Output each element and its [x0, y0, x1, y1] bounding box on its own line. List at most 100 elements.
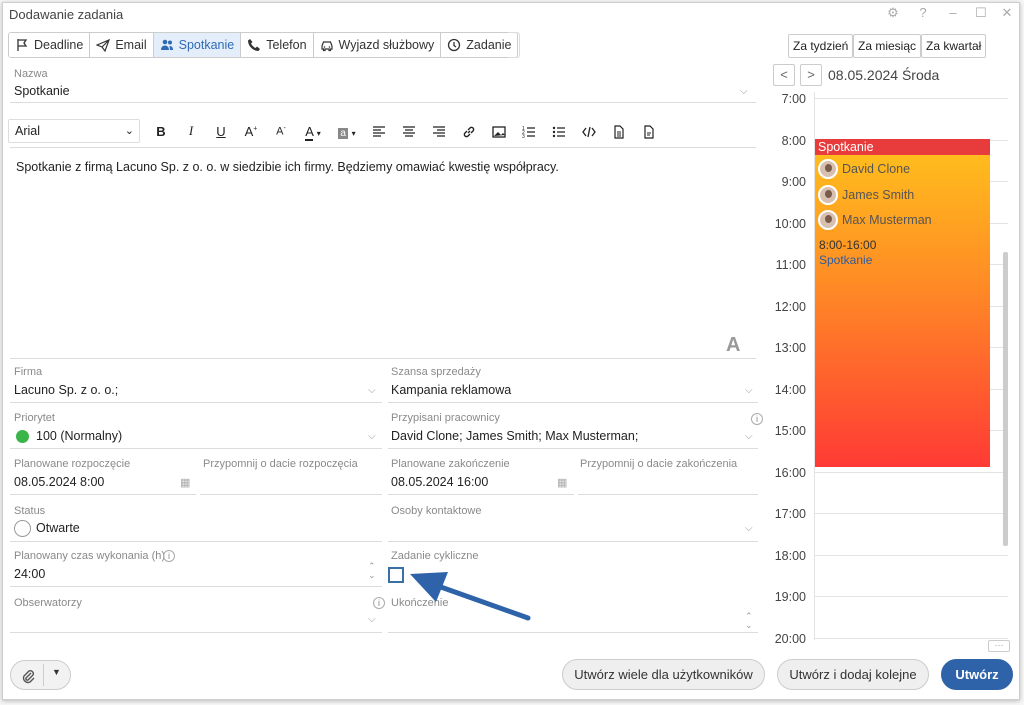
priorytet-field[interactable]: 100 (Normalny) — [36, 429, 122, 443]
font-size-increase-button[interactable]: A+ — [236, 124, 266, 139]
paper-plane-icon — [96, 38, 111, 52]
calendar-event[interactable]: Spotkanie David Clone James Smith Max Mu… — [815, 139, 990, 467]
paperclip-icon — [22, 670, 35, 684]
hour-line — [814, 513, 1008, 514]
tab-wyjazd[interactable]: Wyjazd służbowy — [313, 33, 442, 57]
chevron-down-icon[interactable]: ⌵ — [740, 86, 748, 97]
range-month-button[interactable]: Za miesiąc — [853, 34, 922, 58]
link-icon[interactable] — [454, 123, 484, 139]
tab-telefon[interactable]: Telefon — [241, 33, 314, 57]
firma-field[interactable]: Lacuno Sp. z o. o.; — [14, 383, 118, 397]
divider — [388, 448, 758, 449]
italic-button[interactable]: I — [176, 123, 206, 139]
hour-line — [814, 471, 1008, 473]
chevron-down-icon[interactable]: ⌵ — [745, 431, 753, 442]
bullet-list-icon[interactable] — [544, 123, 574, 139]
calendar-icon[interactable]: ▦ — [180, 476, 190, 489]
info-icon[interactable]: i — [373, 597, 385, 609]
event-participant: Max Musterman — [818, 210, 932, 230]
code-icon[interactable] — [574, 123, 604, 139]
car-icon — [320, 41, 333, 52]
tab-deadline[interactable]: Deadline — [9, 33, 91, 57]
obserwatorzy-label: Obserwatorzy — [14, 597, 82, 609]
tab-spotkanie[interactable]: Spotkanie — [153, 33, 242, 57]
czas-field[interactable]: 24:00 — [14, 567, 45, 581]
bold-button[interactable]: B — [146, 124, 176, 139]
status-field[interactable]: Otwarte — [36, 521, 80, 535]
priority-icon — [16, 430, 29, 443]
help-icon[interactable]: ? — [915, 5, 931, 20]
align-center-icon[interactable] — [394, 123, 424, 139]
next-day-button[interactable]: > — [800, 64, 822, 86]
annotation-arrow-icon — [410, 572, 531, 621]
avatar — [818, 210, 838, 230]
divider — [10, 632, 382, 633]
tab-zadanie[interactable]: Zadanie — [441, 33, 518, 57]
minimize-icon[interactable]: – — [945, 5, 961, 20]
pracownicy-field[interactable]: David Clone; James Smith; Max Musterman; — [391, 429, 638, 443]
tab-email[interactable]: Email — [90, 33, 154, 57]
szansa-label: Szansa sprzedaży — [391, 366, 481, 378]
numbered-list-icon[interactable]: 123 — [514, 123, 544, 140]
divider — [388, 402, 758, 403]
status-label: Status — [14, 505, 46, 517]
more-icon[interactable]: ··· — [988, 640, 1010, 652]
settings-icon[interactable]: ⚙ — [885, 5, 901, 21]
cykliczne-label: Zadanie cykliczne — [391, 550, 479, 562]
chevron-down-icon[interactable]: ⌵ — [368, 614, 376, 625]
range-week-button[interactable]: Za tydzień — [788, 34, 854, 58]
name-input[interactable]: Spotkanie — [14, 84, 70, 98]
start-field[interactable]: 08.05.2024 8:00 — [14, 475, 104, 489]
maximize-icon[interactable]: ☐ — [973, 5, 989, 21]
create-many-button[interactable]: Utwórz wiele dla użytkowników — [562, 659, 765, 690]
attachment-button[interactable]: ▼ — [10, 660, 71, 690]
calendar-scrollbar[interactable] — [1003, 252, 1008, 546]
range-quarter-button[interactable]: Za kwartał — [921, 34, 987, 58]
chevron-down-icon[interactable]: ⌵ — [368, 431, 376, 442]
chevron-down-icon[interactable]: ⌵ — [745, 385, 753, 396]
cykliczne-checkbox[interactable] — [388, 567, 404, 583]
hour-line — [814, 554, 1008, 556]
divider — [388, 541, 758, 542]
editor-content[interactable]: Spotkanie z firmą Lacuno Sp. z o. o. w s… — [16, 160, 559, 174]
editor-toolbar: Arial ⌄ B I U A+ A- A ▾ a ▾ 123 — [8, 118, 754, 144]
create-and-next-button[interactable]: Utwórz i dodaj kolejne — [777, 659, 929, 690]
hour-label: 12:00 — [774, 299, 806, 314]
close-icon[interactable]: ✕ — [999, 5, 1015, 21]
hour-label: 13:00 — [774, 341, 806, 355]
tabs-end — [508, 32, 520, 58]
prev-day-button[interactable]: < — [773, 64, 795, 86]
text-style-icon[interactable]: A — [726, 334, 740, 357]
highlight-color-button[interactable]: a ▾ — [330, 124, 364, 139]
kontakty-label: Osoby kontaktowe — [391, 505, 482, 517]
chevron-down-icon: ⌄ — [124, 125, 134, 137]
end-field[interactable]: 08.05.2024 16:00 — [391, 475, 488, 489]
divider — [10, 358, 756, 359]
chevron-down-icon[interactable]: ⌵ — [368, 385, 376, 396]
divider — [10, 147, 756, 148]
stepper-icon[interactable]: ⌃ ⌄ — [368, 562, 376, 580]
font-color-button[interactable]: A ▾ — [296, 123, 330, 141]
align-left-icon[interactable] — [364, 123, 394, 139]
stepper-icon[interactable]: ⌃ ⌄ — [745, 612, 753, 630]
template-icon[interactable] — [634, 123, 664, 139]
image-icon[interactable] — [484, 123, 514, 139]
create-button[interactable]: Utwórz — [941, 659, 1013, 690]
font-select[interactable]: Arial ⌄ — [8, 119, 140, 143]
align-right-icon[interactable] — [424, 123, 454, 139]
info-icon[interactable]: i — [751, 413, 763, 425]
end-label: Planowane zakończenie — [391, 458, 510, 470]
hour-line — [814, 637, 1008, 639]
calendar-icon[interactable]: ▦ — [557, 476, 567, 489]
font-size-decrease-button[interactable]: A- — [266, 125, 296, 138]
szansa-field[interactable]: Kampania reklamowa — [391, 383, 511, 397]
event-title: Spotkanie — [815, 139, 990, 155]
divider — [200, 494, 382, 495]
info-icon[interactable]: i — [163, 550, 175, 562]
document-icon[interactable] — [604, 123, 634, 139]
underline-button[interactable]: U — [206, 124, 236, 139]
name-label: Nazwa — [14, 68, 48, 80]
chevron-down-icon[interactable]: ⌵ — [745, 523, 753, 534]
title-bar: Dodawanie zadania ⚙ ? – ☐ ✕ — [3, 3, 1019, 27]
start-label: Planowane rozpoczęcie — [14, 458, 131, 470]
